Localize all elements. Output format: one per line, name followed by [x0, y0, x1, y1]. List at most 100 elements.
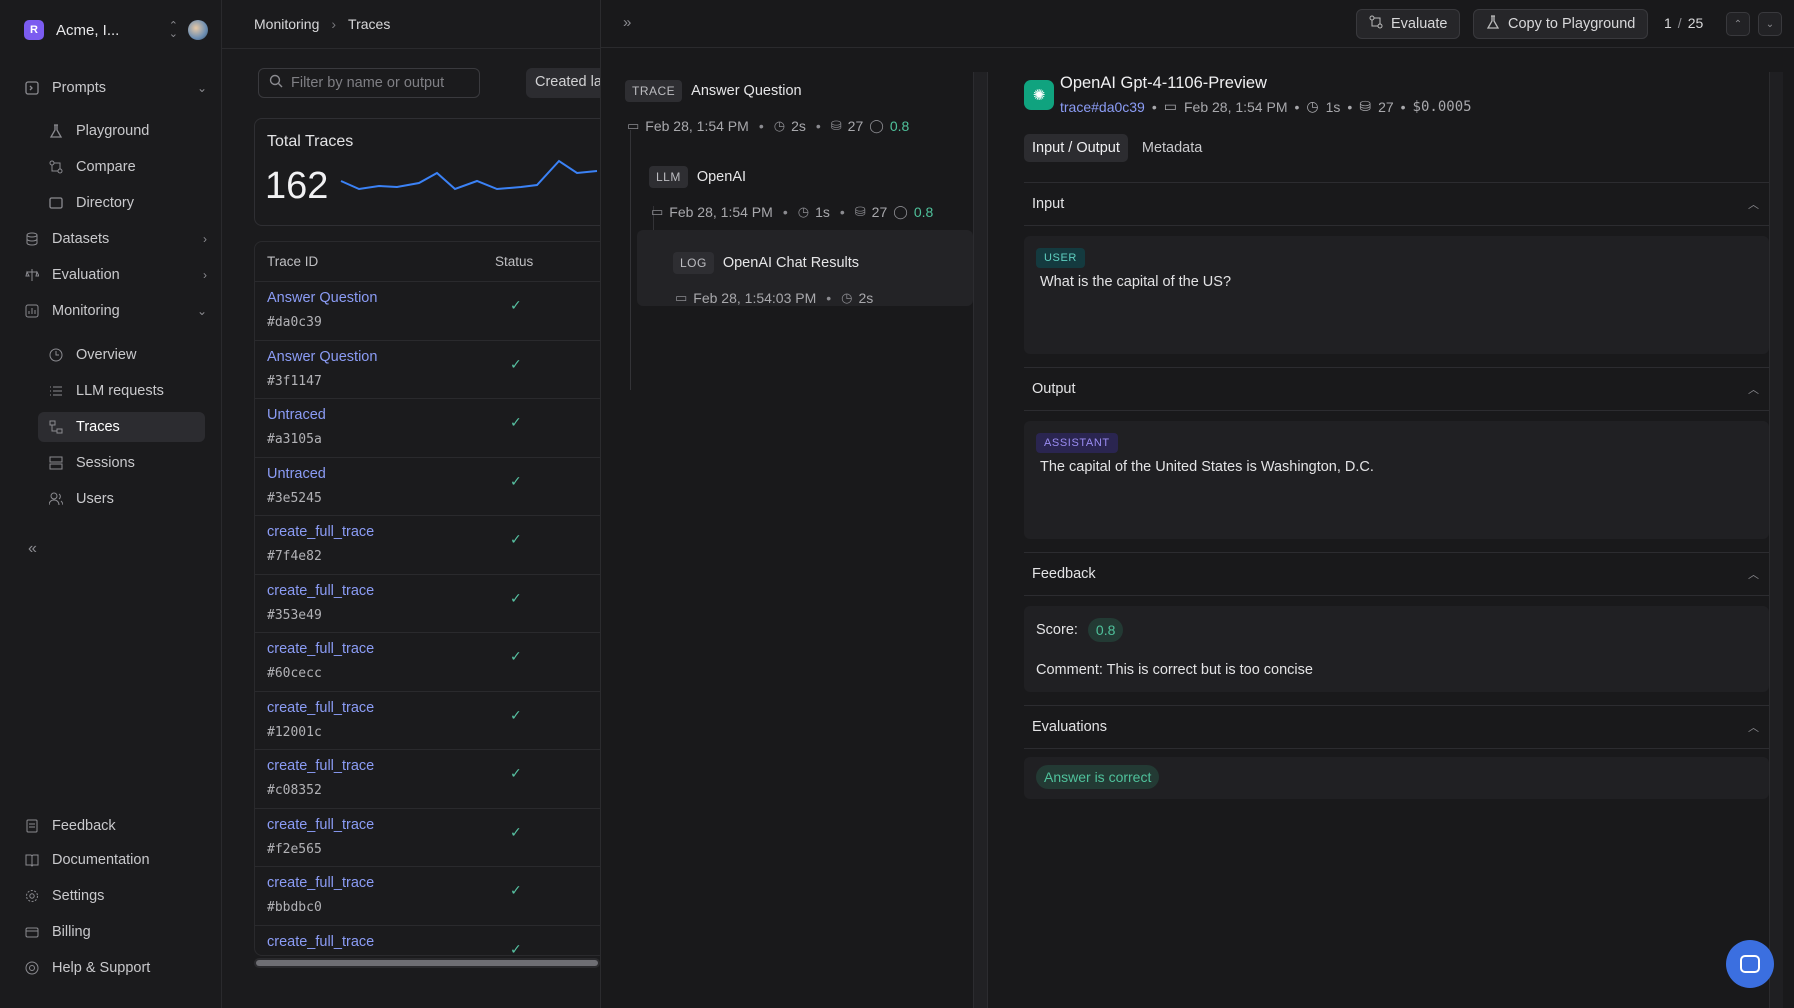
- support-chat-button[interactable]: [1726, 940, 1774, 988]
- sidebar-item-traces[interactable]: Traces: [38, 412, 205, 442]
- trace-name[interactable]: create_full_trace: [267, 583, 374, 599]
- column-header-trace-id[interactable]: Trace ID: [255, 254, 495, 269]
- table-row[interactable]: create_full_trace #353e49 ✓: [255, 575, 600, 633]
- chevron-up-icon: ︿: [1748, 569, 1759, 581]
- sidebar-item-label: Monitoring: [52, 303, 120, 319]
- trace-name[interactable]: create_full_trace: [267, 700, 374, 716]
- trace-name[interactable]: Untraced: [267, 466, 326, 482]
- tree-resize-handle[interactable]: [973, 72, 988, 1008]
- sidebar-item-evaluation[interactable]: Evaluation ›: [24, 260, 207, 290]
- table-row[interactable]: create_full_trace #12001c ✓: [255, 692, 600, 750]
- check-icon: ✓: [510, 355, 522, 372]
- next-trace-button[interactable]: ⌄: [1758, 12, 1782, 36]
- avatar[interactable]: [188, 20, 208, 40]
- tab-metadata[interactable]: Metadata: [1134, 134, 1210, 162]
- trace-name[interactable]: create_full_trace: [267, 934, 374, 950]
- created-at-filter[interactable]: Created la: [526, 68, 600, 98]
- llm-node-title: OpenAI: [696, 169, 747, 185]
- table-row[interactable]: Untraced #3e5245 ✓: [255, 458, 600, 516]
- input-heading: Input: [1032, 196, 1065, 212]
- evaluate-icon: [1369, 15, 1383, 33]
- table-row[interactable]: create_full_trace #f2e565 ✓: [255, 809, 600, 867]
- vertical-scrollbar[interactable]: [1769, 72, 1783, 1008]
- input-message-box: USER What is the capital of the US?: [1024, 236, 1769, 354]
- table-row[interactable]: Answer Question #da0c39 ✓: [255, 282, 600, 341]
- org-switcher[interactable]: R Acme, I... ⌃ ⌄: [24, 18, 208, 42]
- sidebar-item-directory[interactable]: Directory: [38, 188, 205, 218]
- sidebar-item-label: Prompts: [52, 80, 106, 96]
- tab-input-output[interactable]: Input / Output: [1024, 134, 1128, 162]
- calendar-icon: ▭: [627, 118, 640, 133]
- table-row[interactable]: create_full_trace ✓: [255, 926, 600, 956]
- feedback-section-header[interactable]: Feedback ︿: [1024, 552, 1769, 596]
- breadcrumb-monitoring[interactable]: Monitoring: [254, 16, 319, 32]
- trace-name[interactable]: create_full_trace: [267, 875, 374, 891]
- card-value: 162: [265, 165, 329, 207]
- trace-hash: #bbdbc0: [267, 900, 322, 915]
- copy-to-playground-button[interactable]: Copy to Playground: [1473, 9, 1649, 39]
- chevron-right-icon: ›: [203, 268, 207, 282]
- sidebar-item-llm-requests[interactable]: LLM requests: [38, 376, 205, 406]
- output-section-header[interactable]: Output ︿: [1024, 367, 1769, 411]
- comment-icon: ◯: [869, 118, 884, 133]
- previous-trace-button[interactable]: ⌃: [1726, 12, 1750, 36]
- column-header-status[interactable]: Status: [495, 254, 533, 269]
- breadcrumb-traces: Traces: [348, 16, 391, 32]
- collapse-panel-icon[interactable]: »: [623, 14, 631, 31]
- trace-link[interactable]: trace#da0c39: [1060, 99, 1145, 115]
- sidebar-item-billing[interactable]: Billing: [24, 917, 207, 947]
- sidebar-item-prompts[interactable]: Prompts ⌄: [24, 73, 207, 103]
- table-row[interactable]: Untraced #a3105a ✓: [255, 399, 600, 458]
- sidebar-item-sessions[interactable]: Sessions: [38, 448, 205, 478]
- chevron-up-icon: ︿: [1748, 722, 1759, 734]
- sidebar-item-datasets[interactable]: Datasets ›: [24, 224, 207, 254]
- trace-node[interactable]: TRACE Answer Question: [625, 80, 802, 102]
- input-section-header[interactable]: Input ︿: [1024, 182, 1769, 226]
- table-row[interactable]: create_full_trace #bbdbc0 ✓: [255, 867, 600, 926]
- output-heading: Output: [1032, 381, 1076, 397]
- check-icon: ✓: [510, 589, 522, 606]
- trace-hash: #c08352: [267, 783, 322, 798]
- span-tokens: 27: [1378, 98, 1394, 115]
- trace-name[interactable]: create_full_trace: [267, 758, 374, 774]
- calendar-icon: ▭: [1163, 98, 1177, 114]
- sidebar-item-settings[interactable]: Settings: [24, 881, 207, 911]
- evaluations-section-header[interactable]: Evaluations ︿: [1024, 705, 1769, 749]
- trace-duration: 2s: [791, 118, 806, 134]
- sidebar-item-documentation[interactable]: Documentation: [24, 845, 207, 875]
- table-row[interactable]: create_full_trace #c08352 ✓: [255, 750, 600, 809]
- sidebar-item-users[interactable]: Users: [38, 484, 205, 514]
- sidebar-item-help[interactable]: Help & Support: [24, 953, 207, 983]
- sidebar-item-compare[interactable]: Compare: [38, 152, 205, 182]
- search-input[interactable]: Filter by name or output: [258, 68, 480, 98]
- collapse-sidebar-icon[interactable]: «: [28, 540, 37, 558]
- sidebar-item-playground[interactable]: Playground: [38, 116, 205, 146]
- sidebar-item-label: Documentation: [52, 852, 150, 868]
- llm-node[interactable]: LLM OpenAI: [649, 166, 746, 188]
- chat-icon: [1740, 955, 1760, 973]
- evaluation-pill[interactable]: Answer is correct: [1036, 765, 1160, 789]
- copy-label: Copy to Playground: [1508, 16, 1636, 32]
- sidebar-item-feedback[interactable]: Feedback: [24, 811, 207, 841]
- flask-icon: [1486, 15, 1500, 33]
- trace-name[interactable]: Untraced: [267, 407, 326, 423]
- sidebar-item-monitoring[interactable]: Monitoring ⌄: [24, 296, 207, 326]
- trace-name[interactable]: Answer Question: [267, 349, 377, 365]
- sidebar-item-overview[interactable]: Overview: [38, 340, 205, 370]
- table-row[interactable]: Answer Question #3f1147 ✓: [255, 341, 600, 399]
- sidebar-item-label: Billing: [52, 924, 91, 940]
- evaluate-button[interactable]: Evaluate: [1356, 9, 1461, 39]
- trace-node-meta: ▭ Feb 28, 1:54 PM • ◷ 2s • ⛁ 27 ◯ 0.8: [627, 118, 910, 134]
- trace-name[interactable]: create_full_trace: [267, 524, 374, 540]
- trace-name[interactable]: create_full_trace: [267, 817, 374, 833]
- trace-name[interactable]: create_full_trace: [267, 641, 374, 657]
- chevron-updown-icon[interactable]: ⌃ ⌄: [169, 21, 178, 40]
- trace-name[interactable]: Answer Question: [267, 290, 377, 306]
- log-node[interactable]: LOG OpenAI Chat Results: [673, 252, 859, 274]
- table-row[interactable]: create_full_trace #7f4e82 ✓: [255, 516, 600, 575]
- llm-tokens: 27: [871, 204, 888, 220]
- chevron-up-icon: ︿: [1748, 384, 1759, 396]
- table-row[interactable]: create_full_trace #60cecc ✓: [255, 633, 600, 692]
- horizontal-scrollbar[interactable]: [254, 958, 600, 968]
- timer-icon: ◷: [841, 290, 853, 305]
